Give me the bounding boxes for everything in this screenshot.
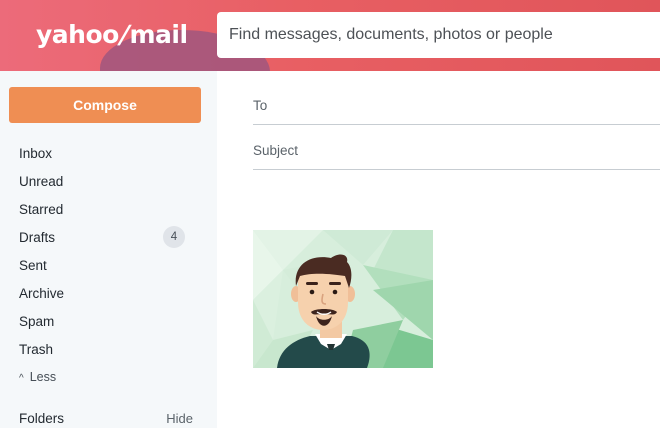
sidebar-item-label: Trash <box>19 341 54 357</box>
chevron-up-icon: ^ <box>19 373 24 384</box>
sidebar-item-label: Inbox <box>19 145 53 161</box>
sidebar-item-label: Drafts <box>19 229 56 245</box>
sidebar-item-spam[interactable]: Spam <box>0 307 217 335</box>
logo-part-mail: mail <box>129 20 188 49</box>
folder-nav: Inbox Unread Starred Drafts 4 Sent Archi… <box>0 139 217 391</box>
sidebar-item-label: Spam <box>19 313 55 329</box>
subject-input[interactable] <box>253 143 660 158</box>
search-bar <box>217 12 660 58</box>
sidebar-item-unread[interactable]: Unread <box>0 167 217 195</box>
compose-button[interactable]: Compose <box>9 87 201 123</box>
sidebar-item-label: Unread <box>19 173 64 189</box>
folders-header: Folders Hide <box>0 408 217 428</box>
sidebar-item-inbox[interactable]: Inbox <box>0 139 217 167</box>
drafts-count-badge: 4 <box>163 226 185 248</box>
sidebar-item-starred[interactable]: Starred <box>0 195 217 223</box>
hide-folders-link[interactable]: Hide <box>166 411 193 426</box>
avatar-illustration[interactable] <box>253 230 433 368</box>
search-input[interactable] <box>229 12 660 58</box>
sidebar: Compose Inbox Unread Starred Drafts 4 Se… <box>0 71 217 428</box>
subject-field <box>253 125 660 170</box>
folders-label: Folders <box>19 410 65 426</box>
sidebar-item-trash[interactable]: Trash <box>0 335 217 363</box>
yahoo-mail-logo[interactable]: yahoo/mail <box>36 20 188 52</box>
less-toggle[interactable]: ^ Less <box>0 363 217 391</box>
to-input[interactable] <box>253 98 660 113</box>
sidebar-item-label: Archive <box>19 285 65 301</box>
less-label: Less <box>29 370 57 384</box>
sidebar-item-sent[interactable]: Sent <box>0 251 217 279</box>
less-toggle-content: ^ Less <box>19 370 56 384</box>
sidebar-item-label: Starred <box>19 201 64 217</box>
sidebar-item-archive[interactable]: Archive <box>0 279 217 307</box>
sidebar-item-drafts[interactable]: Drafts 4 <box>0 223 217 251</box>
logo-part-yahoo: yahoo <box>36 20 119 49</box>
sidebar-item-label: Sent <box>19 257 47 273</box>
app-header: yahoo/mail <box>0 0 660 71</box>
to-field <box>253 80 660 125</box>
